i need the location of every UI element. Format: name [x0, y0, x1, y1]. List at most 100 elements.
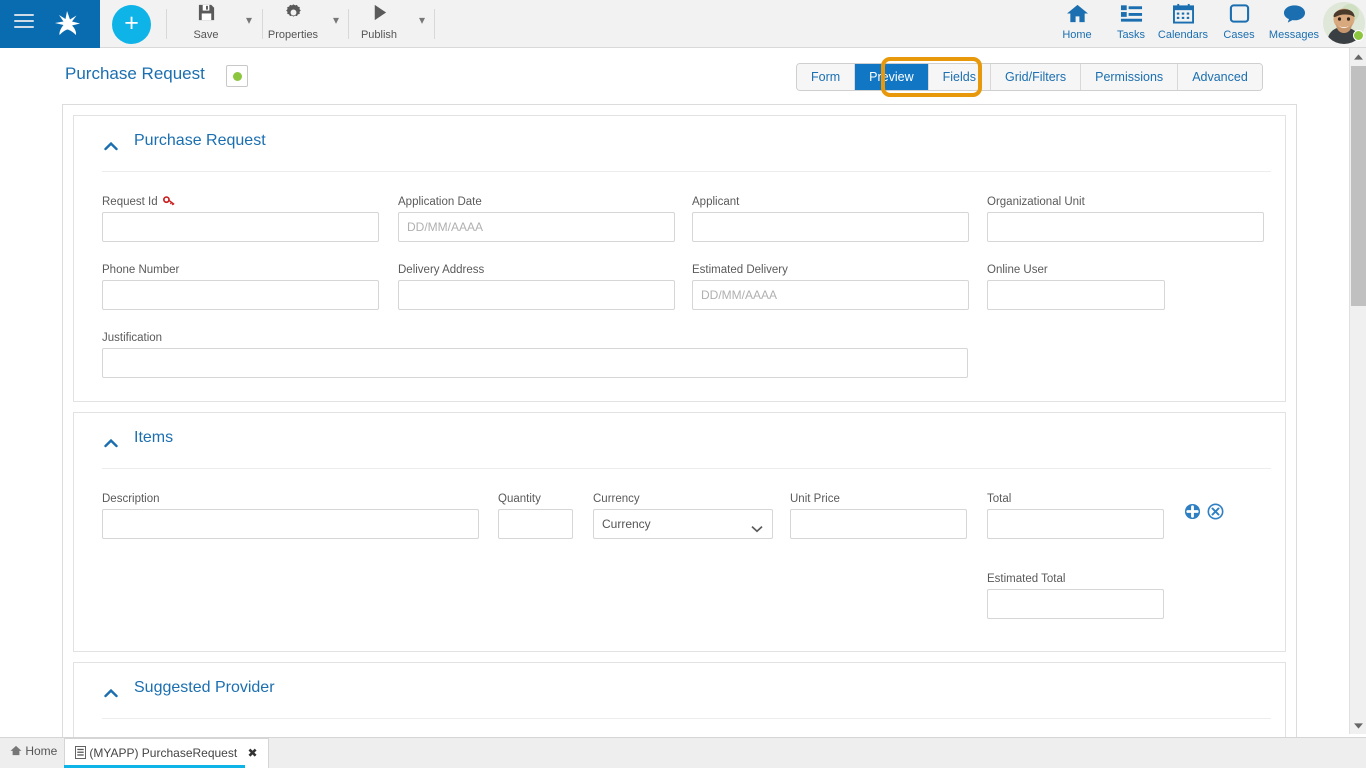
section-header-purchase-request: Purchase Request — [74, 116, 1285, 172]
description-input[interactable] — [102, 509, 479, 539]
properties-dropdown-chevron-down-icon[interactable]: ▾ — [328, 13, 344, 27]
nav-messages-label: Messages — [1266, 29, 1322, 41]
properties-button[interactable]: Properties — [262, 3, 324, 41]
hamburger-icon[interactable] — [14, 14, 34, 29]
label-phone-number: Phone Number — [102, 264, 179, 276]
tasks-icon — [1103, 3, 1159, 27]
section-header-items: Items — [74, 413, 1285, 469]
form-preview-container: Purchase Request Request Id Application … — [62, 104, 1297, 744]
tab-preview[interactable]: Preview — [854, 64, 927, 90]
applicant-input[interactable] — [692, 212, 969, 242]
save-label: Save — [175, 29, 237, 41]
calendar-icon — [1155, 3, 1211, 27]
bizagi-logo-icon — [50, 8, 84, 40]
delivery-address-input[interactable] — [398, 280, 675, 310]
label-applicant: Applicant — [692, 196, 739, 208]
nav-calendars[interactable]: Calendars — [1155, 3, 1211, 41]
application-window: + Save ▾ Proper — [0, 0, 1366, 768]
online-user-input[interactable] — [987, 280, 1165, 310]
section-header-suggested-provider: Suggested Provider — [74, 663, 1285, 719]
section-body-purchase-request: Request Id Application Date Applicant Or… — [74, 172, 1285, 403]
save-dropdown-chevron-down-icon[interactable]: ▾ — [241, 13, 257, 27]
nav-cases-label: Cases — [1211, 29, 1267, 41]
section-items: Items Description Quantity Currency Curr… — [73, 412, 1286, 652]
home-icon — [1049, 3, 1105, 27]
cases-icon — [1211, 3, 1267, 27]
tab-advanced[interactable]: Advanced — [1177, 64, 1262, 90]
home-icon — [10, 744, 25, 758]
justification-input[interactable] — [102, 348, 968, 378]
section-title: Purchase Request — [134, 132, 266, 150]
estimated-delivery-input[interactable] — [692, 280, 969, 310]
chevron-up-icon[interactable] — [104, 685, 118, 695]
taskbar-tab-label: (MYAPP) PurchaseRequest — [89, 746, 237, 760]
publish-label: Publish — [348, 29, 410, 41]
label-delivery-address: Delivery Address — [398, 264, 484, 276]
nav-cases[interactable]: Cases — [1211, 3, 1267, 41]
status-badge — [1353, 30, 1364, 41]
nav-home[interactable]: Home — [1049, 3, 1105, 41]
status-badge — [226, 65, 248, 87]
message-icon — [1266, 3, 1322, 27]
remove-row-icon[interactable] — [1207, 503, 1224, 525]
label-justification: Justification — [102, 332, 162, 344]
properties-label: Properties — [262, 29, 324, 41]
total-input[interactable] — [987, 509, 1164, 539]
close-icon[interactable]: ✖ — [248, 746, 258, 760]
scrollbar-thumb[interactable] — [1351, 66, 1366, 306]
chevron-up-icon[interactable] — [104, 435, 118, 445]
application-date-input[interactable] — [398, 212, 675, 242]
nav-tasks[interactable]: Tasks — [1103, 3, 1159, 41]
taskbar: Home (MYAPP) PurchaseRequest ✖ — [0, 737, 1366, 768]
section-title: Items — [134, 429, 173, 447]
label-request-id: Request Id — [102, 196, 158, 208]
toolbar-divider — [434, 9, 435, 39]
label-application-date: Application Date — [398, 196, 482, 208]
status-dot-icon — [233, 72, 242, 81]
taskbar-home-label: Home — [25, 744, 57, 758]
vertical-scrollbar[interactable] — [1349, 48, 1366, 734]
nav-tasks-label: Tasks — [1103, 29, 1159, 41]
section-body-items: Description Quantity Currency Currency U… — [74, 469, 1285, 653]
scroll-up-icon[interactable] — [1350, 48, 1366, 65]
scroll-down-icon[interactable] — [1350, 717, 1366, 734]
currency-select[interactable]: Currency — [593, 509, 773, 539]
top-toolbar: + Save ▾ Proper — [0, 0, 1366, 48]
gear-icon — [262, 3, 324, 27]
label-unit-price: Unit Price — [790, 493, 840, 505]
create-new-button[interactable]: + — [112, 5, 151, 44]
phone-number-input[interactable] — [102, 280, 379, 310]
organizational-unit-input[interactable] — [987, 212, 1264, 242]
label-organizational-unit: Organizational Unit — [987, 196, 1085, 208]
tab-fields[interactable]: Fields — [928, 64, 990, 90]
tab-form[interactable]: Form — [797, 64, 854, 90]
label-estimated-total: Estimated Total — [987, 573, 1065, 585]
chevron-up-icon[interactable] — [104, 138, 118, 148]
publish-button[interactable]: Publish — [348, 3, 410, 41]
label-estimated-delivery: Estimated Delivery — [692, 264, 788, 276]
request-id-input[interactable] — [102, 212, 379, 242]
nav-messages[interactable]: Messages — [1266, 3, 1322, 41]
quantity-input[interactable] — [498, 509, 573, 539]
tab-permissions[interactable]: Permissions — [1080, 64, 1177, 90]
nav-home-label: Home — [1049, 29, 1105, 41]
nav-calendars-label: Calendars — [1155, 29, 1211, 41]
estimated-total-input[interactable] — [987, 589, 1164, 619]
divider — [102, 718, 1271, 719]
section-title: Suggested Provider — [134, 679, 275, 697]
unit-price-input[interactable] — [790, 509, 967, 539]
label-online-user: Online User — [987, 264, 1048, 276]
avatar[interactable] — [1323, 2, 1365, 44]
label-total: Total — [987, 493, 1011, 505]
key-icon — [163, 193, 175, 211]
add-row-icon[interactable] — [1184, 503, 1201, 525]
save-button[interactable]: Save — [175, 3, 237, 41]
publish-dropdown-chevron-down-icon[interactable]: ▾ — [414, 13, 430, 27]
taskbar-home-button[interactable]: Home — [10, 744, 57, 758]
section-purchase-request: Purchase Request Request Id Application … — [73, 115, 1286, 402]
view-tabs: Form Preview Fields Grid/Filters Permiss… — [796, 63, 1263, 91]
document-icon — [75, 746, 89, 760]
taskbar-tab-purchaserequest[interactable]: (MYAPP) PurchaseRequest ✖ — [64, 738, 269, 768]
page-title: Purchase Request — [65, 64, 205, 84]
tab-grid-filters[interactable]: Grid/Filters — [990, 64, 1080, 90]
